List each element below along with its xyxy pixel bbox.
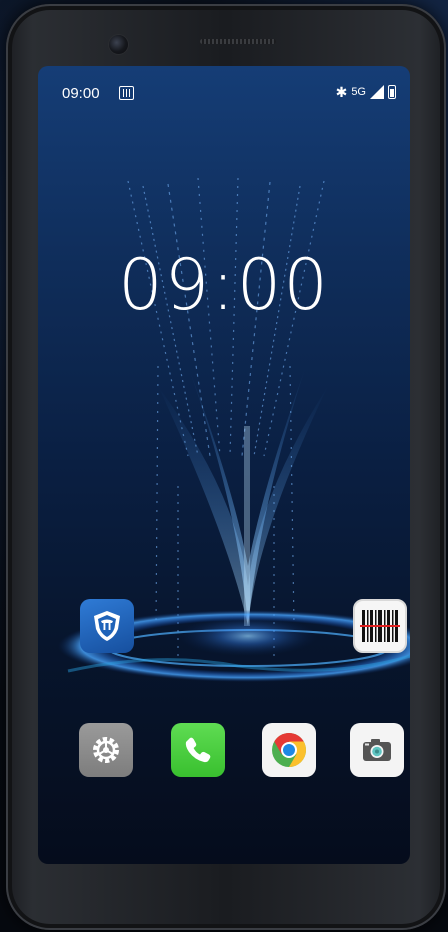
phone-app[interactable] bbox=[171, 723, 225, 777]
home-screen: 09:00 ✱ 5G 09:00 bbox=[38, 66, 410, 864]
shield-icon bbox=[94, 611, 120, 641]
gear-icon bbox=[93, 737, 119, 763]
battery-icon bbox=[388, 85, 396, 99]
status-bar-time: 09:00 bbox=[62, 85, 100, 102]
bluetooth-icon: ✱ bbox=[335, 84, 348, 100]
phone-icon bbox=[185, 737, 211, 763]
earpiece-speaker bbox=[200, 39, 276, 44]
chrome-app[interactable] bbox=[262, 723, 316, 777]
sim-card-icon bbox=[119, 86, 134, 100]
barcode-scanner-app[interactable] bbox=[353, 599, 407, 653]
settings-app[interactable] bbox=[79, 723, 133, 777]
camera-icon bbox=[363, 739, 391, 761]
network-type: 5G bbox=[351, 86, 366, 98]
signal-icon bbox=[370, 85, 384, 99]
camera-app[interactable] bbox=[350, 723, 404, 777]
barcode-icon bbox=[360, 610, 400, 642]
front-camera bbox=[109, 35, 128, 54]
chrome-icon bbox=[272, 733, 306, 767]
status-bar-right: ✱ 5G bbox=[336, 84, 396, 100]
security-app[interactable] bbox=[80, 599, 134, 653]
device-mockup: 09:00 ✱ 5G 09:00 bbox=[0, 0, 448, 932]
lock-clock: 09:00 bbox=[118, 244, 330, 326]
